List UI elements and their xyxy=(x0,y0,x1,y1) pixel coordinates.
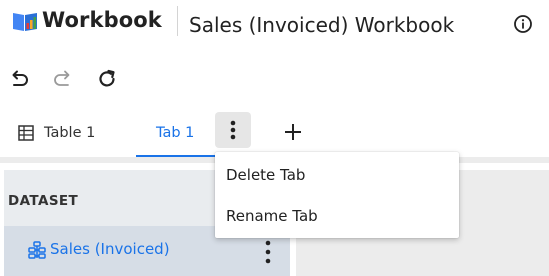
plus-icon[interactable] xyxy=(282,121,304,143)
tab-label: Table 1 xyxy=(44,125,96,141)
tab-label: Tab 1 xyxy=(156,125,195,141)
app-name: Workbook xyxy=(42,8,162,32)
refresh-icon[interactable] xyxy=(96,68,118,90)
more-vertical-icon xyxy=(230,120,236,140)
table-icon xyxy=(18,125,34,141)
tab-context-menu: Delete Tab Rename Tab xyxy=(215,152,459,238)
tab-tab-1[interactable]: Tab 1 xyxy=(156,118,194,148)
menu-item-delete-tab[interactable]: Delete Tab xyxy=(215,155,459,195)
tab-table-1[interactable]: Table 1 xyxy=(18,118,95,148)
dataset-label: Sales (Invoiced) xyxy=(50,240,170,258)
redo-icon[interactable] xyxy=(52,68,74,90)
tab-more-button[interactable] xyxy=(215,112,251,148)
more-vertical-icon[interactable] xyxy=(260,234,276,270)
menu-item-rename-tab[interactable]: Rename Tab xyxy=(215,196,459,236)
undo-icon[interactable] xyxy=(8,68,30,90)
header-divider xyxy=(177,6,178,36)
info-icon[interactable] xyxy=(513,14,533,34)
page-title: Sales (Invoiced) Workbook xyxy=(189,13,455,37)
workbook-logo-icon xyxy=(13,13,37,31)
app-header: Workbook Sales (Invoiced) Workbook xyxy=(0,0,549,52)
panel-heading: DATASET xyxy=(8,193,79,209)
dataset-icon xyxy=(28,241,46,259)
